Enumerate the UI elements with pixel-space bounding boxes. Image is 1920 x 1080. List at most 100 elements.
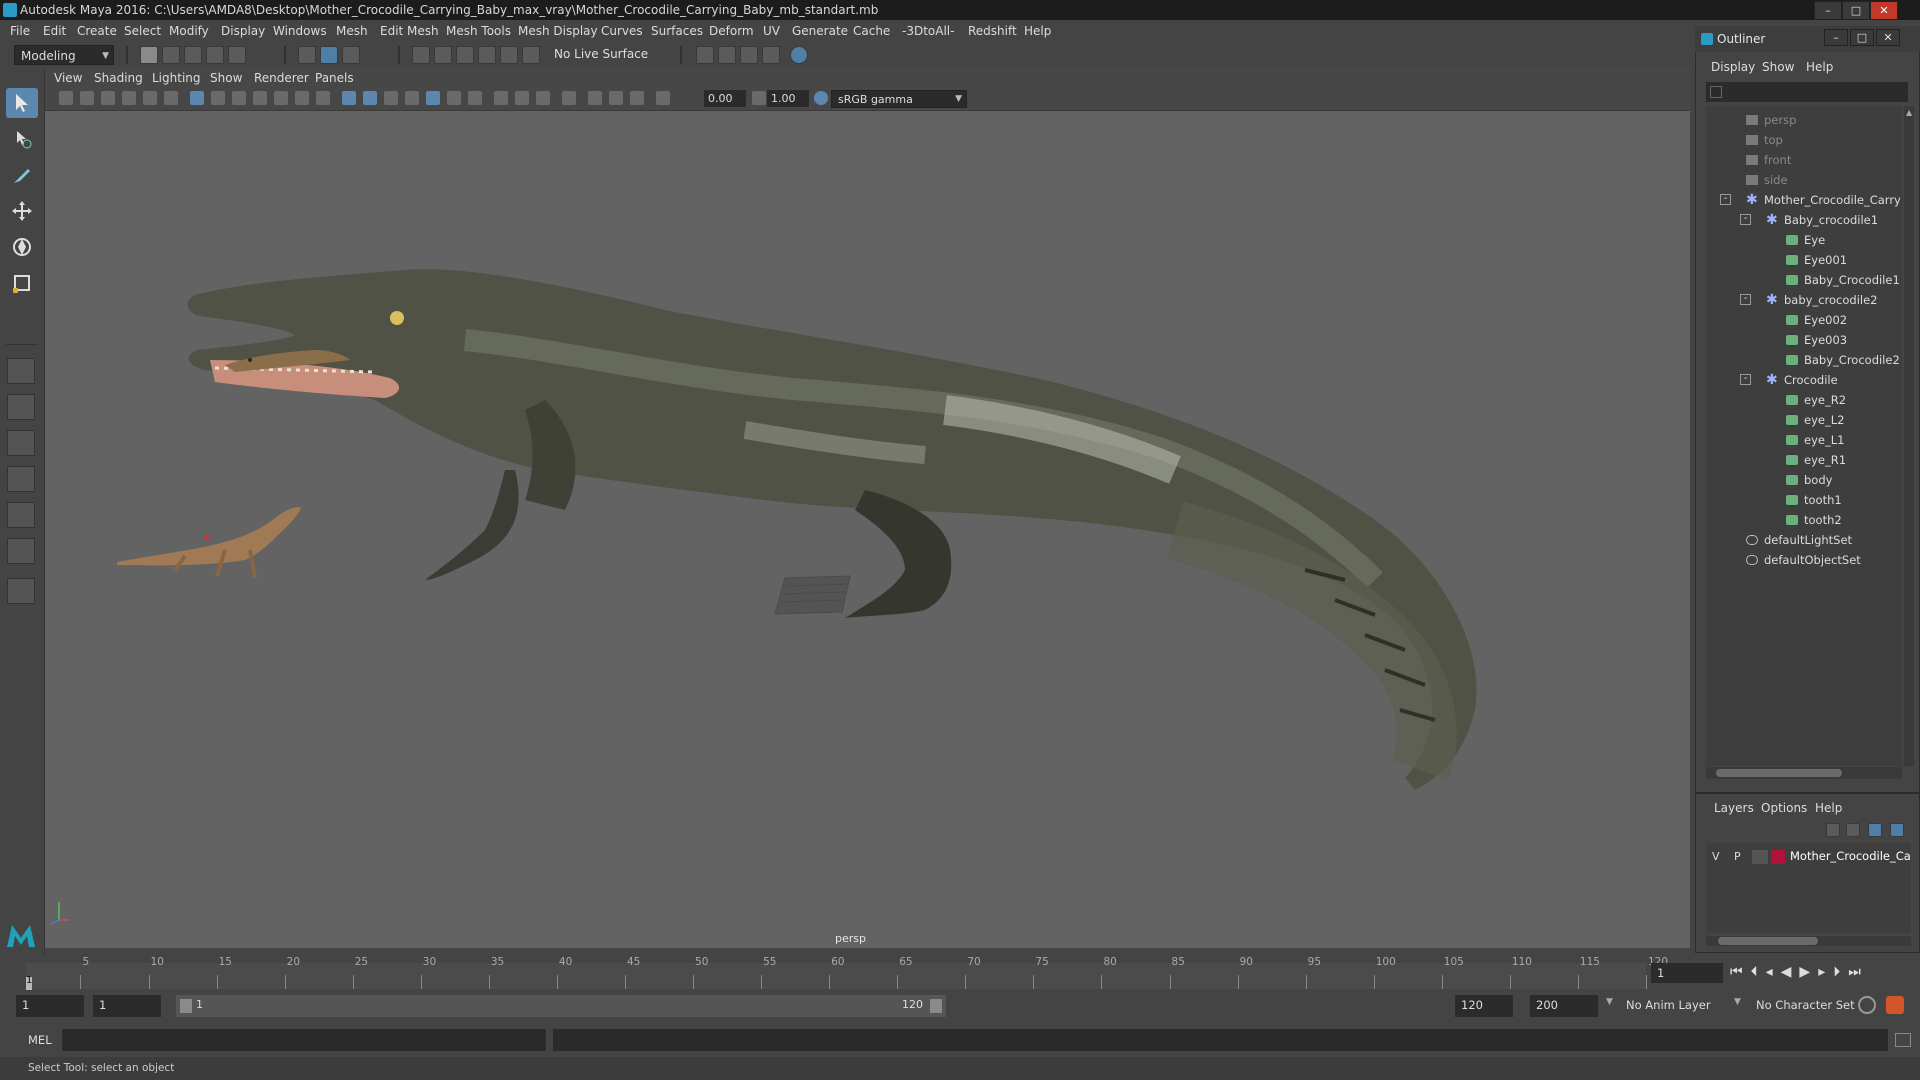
- collapse-toggle-icon[interactable]: -: [1720, 194, 1731, 205]
- ambient-occlusion-icon[interactable]: [494, 91, 508, 105]
- character-set-label[interactable]: No Character Set: [1756, 998, 1855, 1012]
- menu-surfaces[interactable]: Surfaces: [651, 24, 703, 38]
- mother-crocodile-model[interactable]: [187, 269, 1477, 790]
- layer-type-toggle[interactable]: [1752, 850, 1768, 864]
- menu-display[interactable]: Display: [221, 24, 265, 38]
- side-by-side-layout-button[interactable]: [7, 430, 35, 456]
- wireframe-icon[interactable]: [342, 91, 356, 105]
- camera-lock-icon[interactable]: [80, 91, 94, 105]
- mode-dropdown[interactable]: Modeling ▼: [14, 45, 114, 65]
- snap-view-icon[interactable]: [478, 46, 496, 64]
- layer-name[interactable]: Mother_Crocodile_Carrying_Baby: [1790, 849, 1910, 863]
- open-scene-icon[interactable]: [162, 46, 180, 64]
- shadows-icon[interactable]: [468, 91, 482, 105]
- outliner-item[interactable]: tooth1: [1706, 490, 1901, 510]
- menu-file[interactable]: File: [10, 24, 30, 38]
- outliner-item[interactable]: eye_R2: [1706, 390, 1901, 410]
- new-layer-selected-icon[interactable]: [1890, 823, 1904, 837]
- layers-menu-options[interactable]: Options: [1761, 801, 1807, 815]
- mel-command-input[interactable]: [62, 1029, 546, 1051]
- anim-layer-label[interactable]: No Anim Layer: [1626, 998, 1711, 1012]
- baby-crocodile-on-ground-model[interactable]: [117, 507, 301, 579]
- xray-joints-icon[interactable]: [609, 91, 623, 105]
- grease-pencil-icon[interactable]: [164, 91, 178, 105]
- play-backward-icon[interactable]: ◀: [1781, 964, 1800, 980]
- playback-end-field[interactable]: 120: [1455, 995, 1513, 1017]
- custom-layout-button[interactable]: [7, 578, 35, 604]
- grid-icon[interactable]: [190, 91, 204, 105]
- maximize-button[interactable]: □: [1842, 1, 1870, 20]
- new-scene-icon[interactable]: [140, 46, 158, 64]
- outliner-search-input[interactable]: [1706, 82, 1908, 102]
- outliner-menu-help[interactable]: Help: [1806, 60, 1833, 74]
- snap-curve-icon[interactable]: [434, 46, 452, 64]
- menu-uv[interactable]: UV: [763, 24, 780, 38]
- auto-key-icon[interactable]: [1858, 996, 1876, 1014]
- range-end-handle[interactable]: [930, 999, 942, 1013]
- viewport-menu-lighting[interactable]: Lighting: [152, 71, 201, 85]
- menu-modify[interactable]: Modify: [169, 24, 209, 38]
- bookmark-icon[interactable]: [101, 91, 115, 105]
- viewport-menu-panels[interactable]: Panels: [315, 71, 354, 85]
- scroll-thumb[interactable]: [1716, 769, 1842, 777]
- gate-mask-icon[interactable]: [253, 91, 267, 105]
- go-to-end-icon[interactable]: ⏭: [1848, 964, 1869, 980]
- lasso-tool-button[interactable]: [6, 124, 38, 154]
- minimize-button[interactable]: –: [1814, 1, 1842, 20]
- camera-select-icon[interactable]: [59, 91, 73, 105]
- single-pane-layout-button[interactable]: [7, 358, 35, 384]
- film-gate-icon[interactable]: [211, 91, 225, 105]
- current-frame-field[interactable]: 1: [1651, 963, 1723, 983]
- menu-generate[interactable]: Generate: [792, 24, 848, 38]
- outliner-item[interactable]: top: [1706, 130, 1901, 150]
- menu-3dtoall[interactable]: -3DtoAll-: [902, 24, 954, 38]
- menu-cache[interactable]: Cache: [853, 24, 890, 38]
- time-slider[interactable]: 1 5 10 15 20 25 30 35 40 45 50 55 60 65 70 75 80 85 90 95 1…: [0, 955, 1920, 991]
- menu-mesh[interactable]: Mesh: [336, 24, 368, 38]
- outliner-close-button[interactable]: ✕: [1876, 29, 1900, 46]
- rotate-tool-button[interactable]: [6, 232, 38, 262]
- gamma-icon[interactable]: [752, 91, 766, 105]
- image-plane-icon[interactable]: [122, 91, 136, 105]
- safe-title-icon[interactable]: [316, 91, 330, 105]
- outliner-item[interactable]: Eye003: [1706, 330, 1901, 350]
- outliner-item[interactable]: Eye: [1706, 230, 1901, 250]
- collapse-toggle-icon[interactable]: -: [1740, 294, 1751, 305]
- step-back-key-icon[interactable]: ◂: [1766, 964, 1781, 980]
- playback-start-field[interactable]: 1: [93, 995, 161, 1017]
- isolate-select-icon[interactable]: [562, 91, 576, 105]
- outliner-item[interactable]: - ✱ Mother_Crocodile_Carrying_Baby: [1706, 190, 1901, 210]
- wireframe-on-shaded-icon[interactable]: [405, 91, 419, 105]
- outliner-item[interactable]: defaultLightSet: [1706, 530, 1901, 550]
- outliner-persp-layout-button[interactable]: [7, 466, 35, 492]
- outliner-minimize-button[interactable]: –: [1824, 29, 1848, 46]
- preferences-icon[interactable]: [1886, 996, 1904, 1014]
- hypershade-icon[interactable]: [762, 46, 780, 64]
- move-tool-button[interactable]: [6, 196, 38, 226]
- play-forward-icon[interactable]: ▶: [1799, 964, 1818, 980]
- menu-create[interactable]: Create: [77, 24, 117, 38]
- menu-edit-mesh[interactable]: Edit Mesh: [380, 24, 439, 38]
- layers-menu-layers[interactable]: Layers: [1714, 801, 1754, 815]
- layer-row[interactable]: V P Mother_Crocodile_Carrying_Baby: [1706, 847, 1911, 867]
- render-frame-icon[interactable]: [696, 46, 714, 64]
- menu-select[interactable]: Select: [124, 24, 161, 38]
- outliner-item[interactable]: persp: [1706, 110, 1901, 130]
- collapse-toggle-icon[interactable]: -: [1740, 374, 1751, 385]
- exposure-icon[interactable]: [656, 91, 670, 105]
- menu-edit[interactable]: Edit: [43, 24, 66, 38]
- outliner-menu-display[interactable]: Display: [1711, 60, 1755, 74]
- field-chart-icon[interactable]: [274, 91, 288, 105]
- live-surface-label[interactable]: No Live Surface: [554, 47, 648, 61]
- layer-playback-toggle[interactable]: P: [1734, 850, 1741, 863]
- snap-surface-icon[interactable]: [500, 46, 518, 64]
- outliner-item[interactable]: Baby_Crocodile1: [1706, 270, 1901, 290]
- mel-label[interactable]: MEL: [28, 1033, 52, 1047]
- redo-icon[interactable]: [228, 46, 246, 64]
- xray-icon[interactable]: [588, 91, 602, 105]
- outliner-item[interactable]: Eye002: [1706, 310, 1901, 330]
- use-all-lights-icon[interactable]: [447, 91, 461, 105]
- outliner-menu-show[interactable]: Show: [1762, 60, 1794, 74]
- uv-persp-layout-button[interactable]: [7, 538, 35, 564]
- viewport-menu-renderer[interactable]: Renderer: [254, 71, 309, 85]
